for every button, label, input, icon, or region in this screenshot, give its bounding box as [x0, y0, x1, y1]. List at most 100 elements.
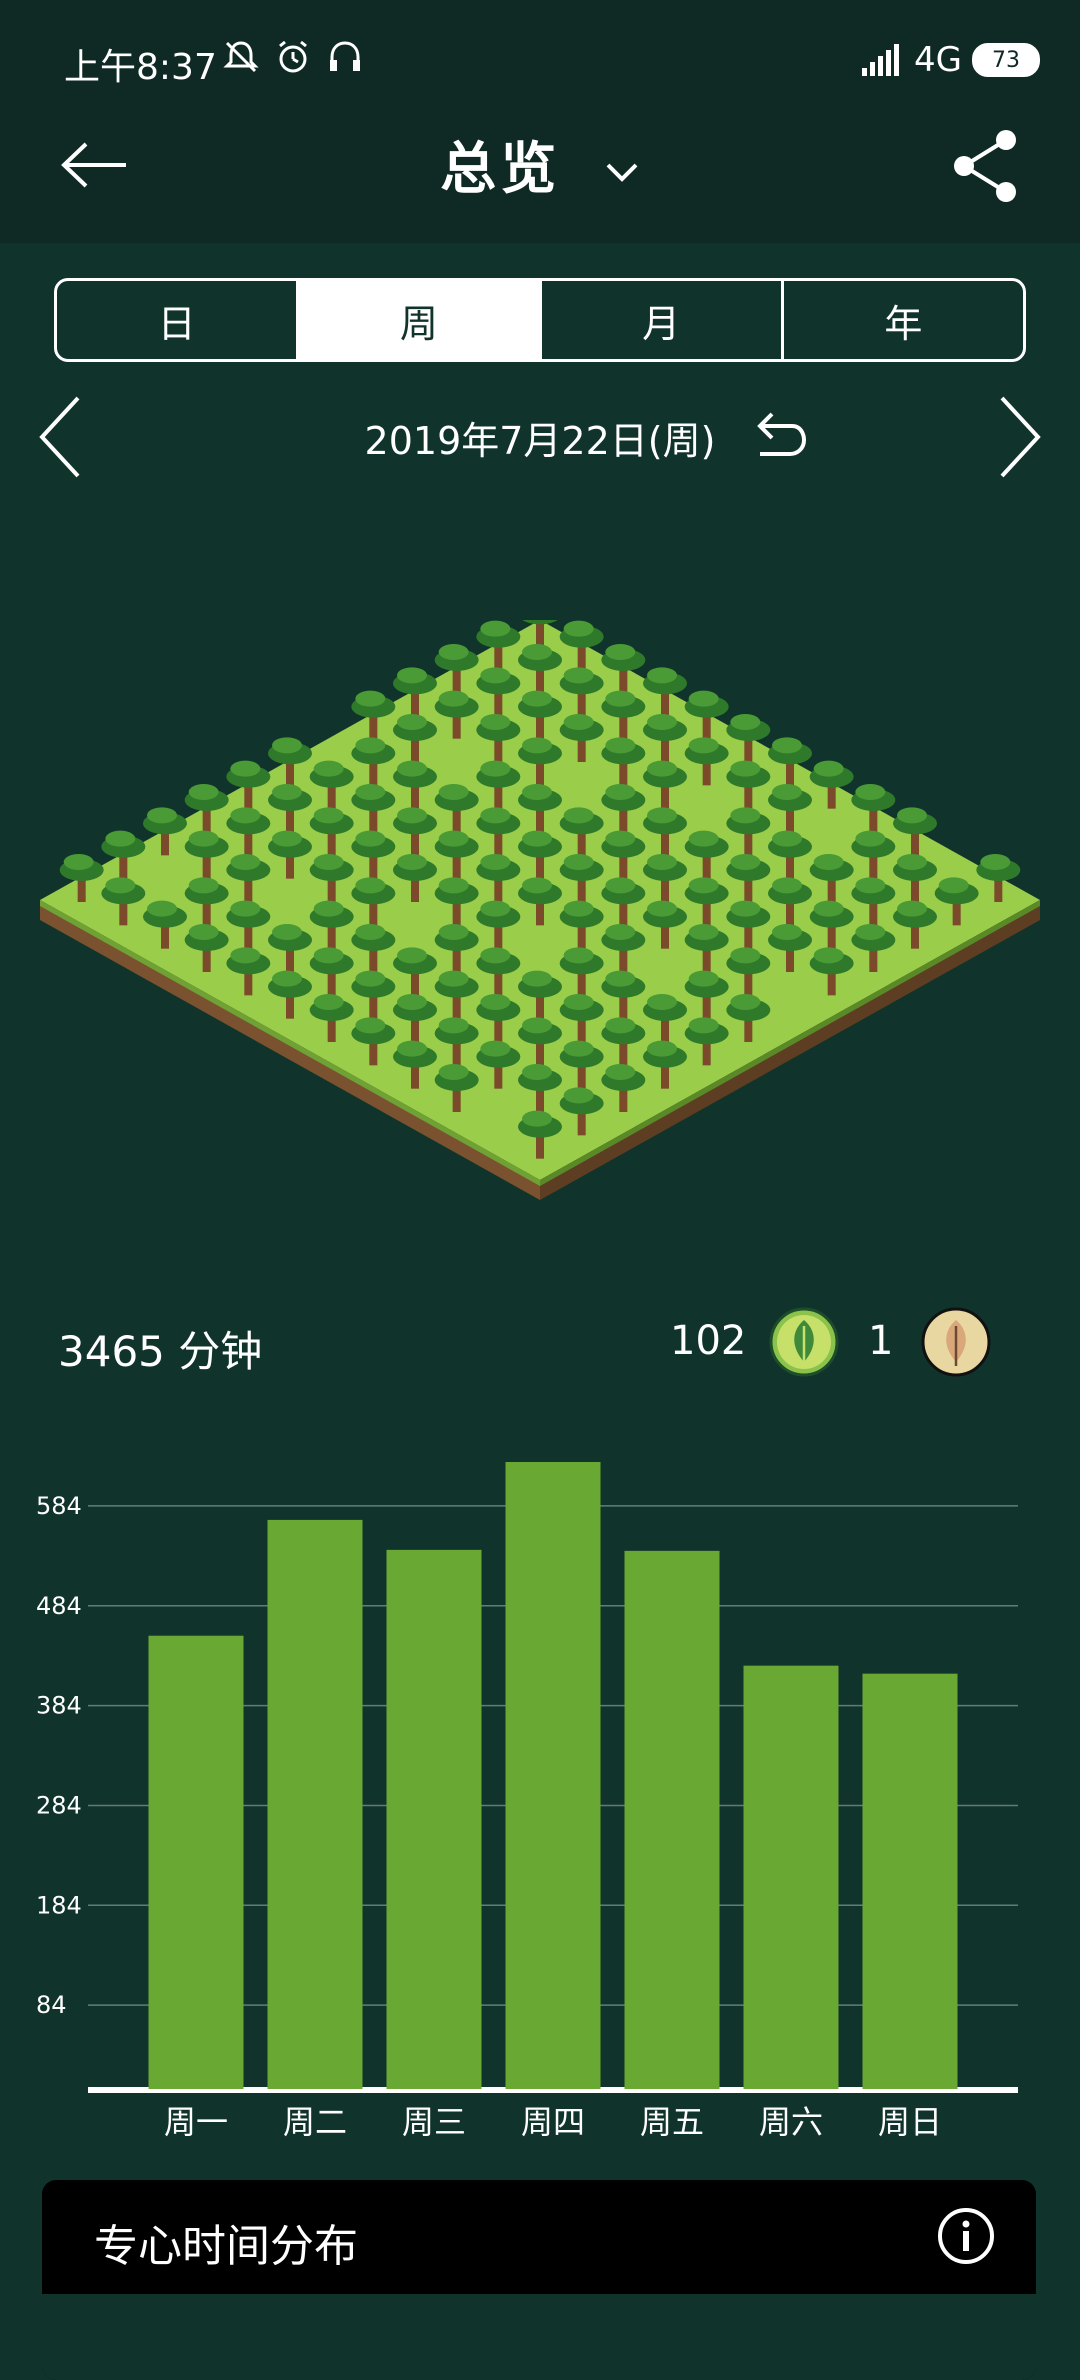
tree-canopy-top — [105, 877, 136, 894]
tree-canopy-top — [480, 620, 511, 637]
tree-canopy-top — [522, 644, 552, 660]
tree-canopy-top — [313, 854, 344, 870]
status-right: 4G 73 — [862, 40, 1040, 80]
tree-canopy-top — [647, 667, 677, 684]
tree-canopy-top — [397, 1040, 427, 1057]
bar-周三[interactable] — [386, 1549, 482, 2089]
tree-canopy-top — [272, 784, 302, 800]
tree-canopy-top — [480, 1040, 511, 1057]
tree-canopy-top — [355, 784, 386, 800]
tree-canopy-top — [730, 807, 761, 824]
status-icons — [222, 38, 364, 76]
tree-canopy-top — [647, 760, 677, 777]
x-tick-label: 周一 — [164, 2103, 228, 2141]
tree-canopy-top — [230, 900, 261, 917]
tree-canopy-top — [480, 807, 511, 824]
tree-canopy-top — [480, 947, 511, 964]
tree-canopy-top — [438, 830, 469, 847]
tree-canopy-top — [230, 760, 261, 777]
tree-canopy-top — [563, 900, 594, 917]
tree-canopy-top — [188, 784, 219, 800]
tree-canopy-top — [397, 994, 427, 1010]
bar-周四[interactable] — [505, 1461, 601, 2089]
y-tick-label: 284 — [36, 1791, 82, 1819]
next-period-button[interactable] — [994, 392, 1044, 482]
chevron-down-icon — [606, 163, 638, 182]
bar-周一[interactable] — [148, 1635, 244, 2089]
tree-canopy-top — [522, 1017, 552, 1034]
share-icon[interactable] — [948, 126, 1022, 206]
tree-canopy-top — [188, 924, 219, 940]
tree-canopy-top — [522, 784, 552, 800]
overview-title-dropdown[interactable]: 总览 — [0, 124, 1080, 205]
forest-illustration — [40, 620, 1040, 1200]
tree-canopy-top — [772, 924, 802, 940]
tree-canopy-top — [688, 690, 719, 707]
tree-canopy-top — [522, 830, 552, 847]
tree-canopy-top — [355, 970, 386, 987]
battery-level: 73 — [992, 47, 1020, 73]
tree-canopy-top — [563, 854, 594, 870]
bar-周六[interactable] — [743, 1665, 839, 2089]
tree-canopy-top — [647, 1040, 677, 1057]
tree-canopy-top — [605, 737, 636, 754]
tree-canopy-top — [438, 690, 469, 707]
card-body — [42, 2294, 1036, 2380]
tree-canopy-top — [813, 900, 844, 917]
y-tick-label: 484 — [36, 1592, 82, 1620]
tree-canopy-top — [938, 877, 969, 894]
info-icon[interactable] — [936, 2206, 996, 2266]
tab-week[interactable]: 周 — [299, 281, 542, 359]
tab-year[interactable]: 年 — [784, 281, 1023, 359]
tree-canopy-top — [147, 807, 177, 824]
tree-canopy-top — [272, 924, 302, 940]
tree-canopy-top — [563, 994, 594, 1010]
tree-canopy-top — [397, 854, 427, 870]
tree-canopy-top — [647, 994, 677, 1010]
tree-canopy-top — [605, 830, 636, 847]
tree-canopy-top — [480, 854, 511, 870]
x-tick-label: 周三 — [402, 2103, 466, 2141]
tree-canopy-top — [438, 784, 469, 800]
tree-canopy-top — [480, 994, 511, 1010]
tab-day[interactable]: 日 — [57, 281, 300, 359]
y-tick-label: 384 — [36, 1692, 82, 1720]
x-tick-label: 周二 — [283, 2103, 347, 2141]
tree-canopy-top — [563, 947, 594, 964]
tab-month[interactable]: 月 — [542, 281, 784, 359]
tree-canopy-top — [563, 667, 594, 684]
headphones-icon — [330, 41, 360, 71]
tree-canopy-top — [147, 900, 177, 917]
tree-canopy-top — [480, 714, 511, 730]
network-type: 4G — [914, 40, 962, 80]
tree-canopy-top — [688, 1017, 719, 1034]
tree-canopy-top — [522, 970, 552, 987]
tree-canopy-top — [688, 737, 719, 754]
tree-canopy-top — [605, 1064, 636, 1080]
tree-canopy-top — [272, 737, 302, 754]
tree-canopy-top — [730, 714, 761, 730]
tree-canopy-top — [438, 644, 469, 660]
tree-canopy-top — [688, 830, 719, 847]
tree-group — [59, 620, 1021, 1159]
tree-canopy-top — [438, 1017, 469, 1034]
tree-canopy-top — [563, 1087, 594, 1104]
bar-周二[interactable] — [267, 1519, 363, 2089]
bar-周五[interactable] — [624, 1550, 720, 2089]
tree-canopy-top — [605, 1017, 636, 1034]
tree-canopy-top — [688, 970, 719, 987]
undo-return-icon[interactable] — [748, 408, 808, 464]
y-tick-label: 584 — [36, 1492, 82, 1520]
tree-canopy-top — [480, 667, 511, 684]
tree-canopy-top — [563, 1040, 594, 1057]
signal-icon — [862, 44, 900, 76]
tree-canopy-top — [355, 830, 386, 847]
tree-canopy-top — [647, 807, 677, 824]
tree-canopy-top — [688, 924, 719, 940]
card-title: 专心时间分布 — [94, 2221, 358, 2272]
tree-canopy-top — [730, 760, 761, 777]
tree-canopy-top — [855, 924, 886, 940]
bar-周日[interactable] — [862, 1673, 958, 2089]
tree-canopy-top — [480, 900, 511, 917]
y-tick-label: 184 — [36, 1891, 82, 1919]
